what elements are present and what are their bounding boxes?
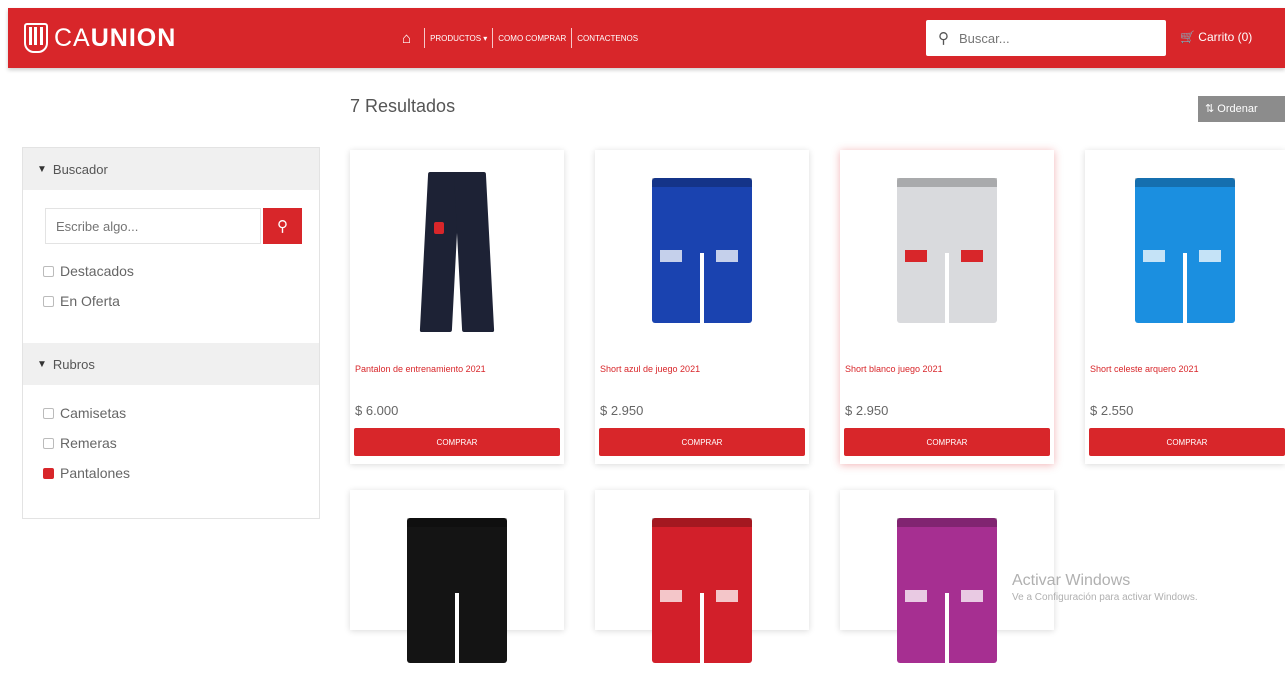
sidebar-search: ⚲ (45, 208, 319, 244)
product-card[interactable]: Short blanco juego 2021 $ 2.950 COMPRAR (840, 150, 1054, 464)
product-price: $ 2.550 (1090, 403, 1134, 418)
product-card[interactable] (595, 490, 809, 663)
product-image[interactable] (350, 500, 564, 695)
sidebar-search-input[interactable] (45, 208, 261, 244)
product-image[interactable] (350, 160, 564, 355)
checkbox[interactable] (43, 295, 54, 307)
watermark-subtitle: Ve a Configuración para activar Windows. (1012, 592, 1198, 603)
filter-en-oferta[interactable]: En Oferta (43, 286, 319, 316)
product-image[interactable] (595, 160, 809, 355)
search-icon: ⚲ (277, 218, 288, 235)
garment-color (407, 518, 507, 663)
product-card[interactable]: Short azul de juego 2021 $ 2.950 COMPRAR (595, 150, 809, 464)
brand-logo[interactable]: CAUNION (24, 23, 176, 53)
header-search-input[interactable] (959, 30, 1139, 46)
garment-color (652, 518, 752, 663)
product-title[interactable]: Short celeste arquero 2021 (1090, 364, 1285, 375)
watermark-title: Activar Windows (1012, 572, 1131, 589)
top-navbar: CAUNION ⌂ PRODUCTOS ▾ COMO COMPRAR CONTA… (8, 8, 1285, 68)
cart-label: Carrito (0) (1198, 30, 1253, 44)
windows-activation-watermark: Activar Windows Ve a Configuración para … (1012, 572, 1198, 603)
product-card[interactable] (840, 490, 1054, 663)
product-price: $ 2.950 (845, 403, 889, 418)
filter-destacados[interactable]: Destacados (43, 256, 319, 286)
product-image[interactable] (840, 160, 1054, 355)
header-search: ⚲ (926, 20, 1166, 56)
home-icon[interactable]: ⌂ (402, 30, 411, 47)
rubro-label: Pantalones (60, 465, 131, 481)
rubro-label: Camisetas (60, 405, 127, 421)
product-card[interactable]: Short celeste arquero 2021 $ 2.550 COMPR… (1085, 150, 1285, 464)
garment-color (652, 178, 752, 323)
checkbox[interactable] (43, 265, 54, 277)
garment-color (897, 178, 997, 323)
product-price: $ 6.000 (355, 403, 399, 418)
cart-icon: 🛒 (1180, 30, 1195, 44)
brand-name: CAUNION (54, 23, 177, 52)
order-button[interactable]: ⇅ Ordenar (1198, 96, 1285, 122)
filter-label: Destacados (60, 263, 134, 279)
product-price: $ 2.950 (600, 403, 644, 418)
nav-contactenos[interactable]: CONTACTENOS (577, 34, 638, 43)
product-image[interactable] (595, 500, 809, 695)
rubros-title: Rubros (52, 356, 95, 372)
rubro-camisetas[interactable]: Camisetas (43, 398, 319, 428)
chevron-down-icon: ▼ (37, 358, 47, 370)
rubro-label: Remeras (60, 435, 117, 451)
product-title[interactable]: Short blanco juego 2021 (845, 364, 1045, 375)
filter-label: En Oferta (60, 293, 120, 309)
checkbox-checked[interactable] (43, 467, 54, 479)
checkbox[interactable] (43, 437, 54, 449)
product-card[interactable] (350, 490, 564, 663)
filter-sidebar: ▼ Buscador ⚲ Destacados En Oferta ▼ Rubr… (22, 147, 320, 519)
rubros-header[interactable]: ▼ Rubros (23, 343, 319, 385)
product-title[interactable]: Pantalon de entrenamiento 2021 (355, 364, 555, 375)
buy-button[interactable]: COMPRAR (354, 428, 560, 456)
rubro-remeras[interactable]: Remeras (43, 428, 319, 458)
chevron-down-icon: ▼ (37, 163, 47, 175)
garment-color (1135, 178, 1235, 323)
nav-divider (571, 28, 573, 48)
nav-divider (424, 28, 426, 48)
buy-button[interactable]: COMPRAR (844, 428, 1050, 456)
checkbox[interactable] (43, 407, 54, 419)
buy-button[interactable]: COMPRAR (1089, 428, 1285, 456)
buscador-title: Buscador (52, 161, 108, 177)
cart-link[interactable]: 🛒 Carrito (0) (1180, 30, 1252, 44)
search-icon[interactable]: ⚲ (938, 29, 949, 47)
product-image[interactable] (1085, 160, 1285, 355)
nav-divider (492, 28, 494, 48)
product-card[interactable]: Pantalon de entrenamiento 2021 $ 6.000 C… (350, 150, 564, 464)
garment-color (897, 518, 997, 663)
nav-productos[interactable]: PRODUCTOS ▾ (430, 34, 487, 43)
sidebar-search-button[interactable]: ⚲ (263, 208, 302, 244)
order-label: Ordenar (1217, 103, 1258, 115)
club-crest-icon (24, 23, 48, 53)
main-nav: ⌂ PRODUCTOS ▾ COMO COMPRAR CONTACTENOS (402, 8, 638, 68)
results-count: 7 Resultados (350, 96, 456, 116)
rubro-pantalones[interactable]: Pantalones (43, 458, 319, 488)
buy-button[interactable]: COMPRAR (599, 428, 805, 456)
buscador-header[interactable]: ▼ Buscador (23, 148, 319, 190)
sort-icon: ⇅ (1205, 103, 1215, 115)
nav-como-comprar[interactable]: COMO COMPRAR (498, 34, 566, 43)
product-title[interactable]: Short azul de juego 2021 (600, 364, 800, 375)
garment-color (453, 172, 495, 332)
